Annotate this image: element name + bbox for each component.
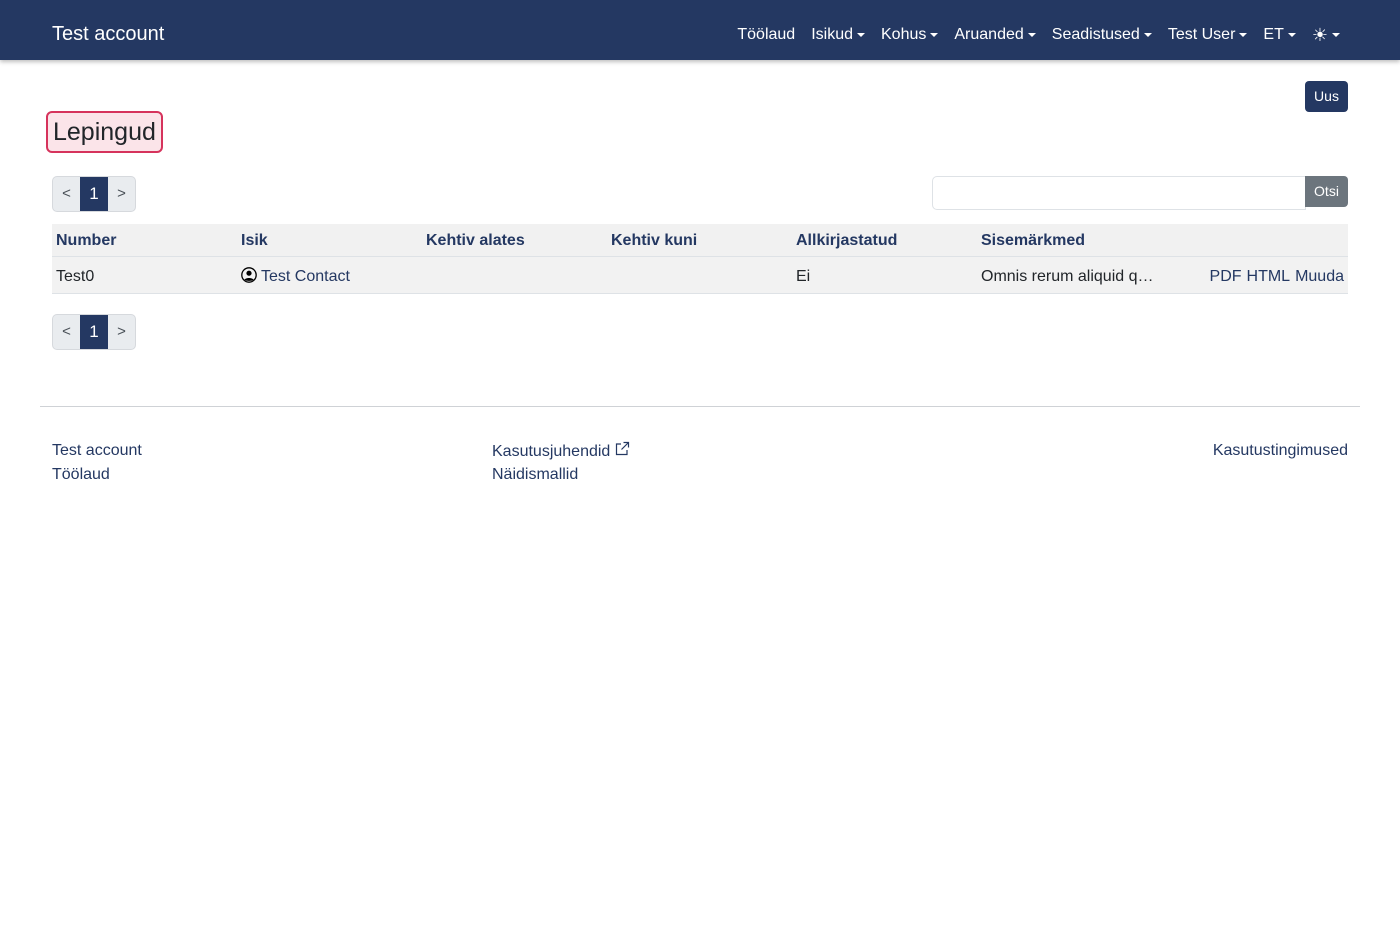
pagination-bottom: < 1 >	[52, 314, 136, 350]
caret-down-icon	[857, 33, 865, 37]
footer-terms-link[interactable]: Kasutustingimused	[1213, 441, 1348, 461]
footer-brand-link[interactable]: Test account	[52, 441, 142, 461]
html-link[interactable]: HTML	[1247, 267, 1291, 287]
column-header-valid-to[interactable]: Kehtiv kuni	[611, 231, 697, 251]
nav-item-toolaud[interactable]: Töölaud	[737, 25, 795, 45]
search-input[interactable]	[932, 176, 1306, 210]
footer-manuals-link[interactable]: Kasutusjuhendid	[492, 441, 630, 462]
table-row: Test0 Test Contact Ei Omnis rerum aliqui…	[52, 257, 1348, 294]
caret-down-icon	[930, 33, 939, 37]
caret-down-icon	[1027, 33, 1036, 37]
column-header-number[interactable]: Number	[56, 231, 116, 251]
nav-item-seadistused[interactable]: Seadistused	[1052, 25, 1152, 45]
new-contract-button[interactable]: Uus	[1305, 81, 1348, 112]
caret-down-icon	[1287, 33, 1296, 37]
person-circle-icon	[241, 267, 257, 283]
column-header-person[interactable]: Isik	[241, 231, 268, 251]
caret-down-icon	[1332, 33, 1340, 37]
nav-item-label: ET	[1263, 26, 1284, 43]
cell-notes: Omnis rerum aliquid q…	[981, 268, 1154, 285]
nav-item-label: Töölaud	[737, 26, 796, 43]
pagination-next-button[interactable]: >	[108, 177, 135, 211]
nav-item-label: Seadistused	[1051, 26, 1140, 43]
contracts-table: Number Isik Kehtiv alates Kehtiv kuni Al…	[52, 224, 1348, 294]
pdf-link[interactable]: PDF	[1210, 267, 1242, 287]
external-link-icon	[616, 441, 630, 456]
row-actions: PDF HTML Muuda	[1210, 267, 1344, 287]
page-title: Lepingud	[46, 111, 163, 153]
footer-dashboard-link[interactable]: Töölaud	[52, 465, 110, 485]
column-header-notes[interactable]: Sisemärkmed	[981, 231, 1085, 251]
pagination-next-button[interactable]: >	[108, 315, 135, 349]
nav-item-label: Test User	[1167, 26, 1236, 43]
search-button[interactable]: Otsi	[1305, 176, 1348, 207]
nav-item-language[interactable]: ET	[1263, 25, 1296, 45]
nav-menu: Töölaud Isikud Kohus Aruanded Seadistuse…	[737, 25, 1340, 45]
footer-divider	[40, 406, 1360, 407]
pagination-page-button[interactable]: 1	[80, 315, 108, 349]
column-header-valid-from[interactable]: Kehtiv alates	[426, 231, 525, 251]
footer-manuals-label: Kasutusjuhendid	[492, 443, 611, 460]
edit-link[interactable]: Muuda	[1295, 267, 1344, 287]
sun-icon: ☀	[1311, 25, 1328, 45]
table-header: Number Isik Kehtiv alates Kehtiv kuni Al…	[52, 224, 1348, 257]
nav-item-label: Isikud	[811, 26, 853, 43]
theme-toggle[interactable]: ☀	[1312, 26, 1340, 44]
nav-item-isikud[interactable]: Isikud	[811, 25, 865, 45]
cell-person: Test Contact	[241, 267, 350, 287]
top-navbar: Test account Töölaud Isikud Kohus Aruand…	[0, 0, 1400, 60]
nav-item-label: Aruanded	[954, 26, 1024, 43]
nav-item-user-menu[interactable]: Test User	[1168, 25, 1248, 45]
cell-number: Test0	[56, 268, 95, 285]
pagination-top: < 1 >	[52, 176, 136, 212]
footer-templates-link[interactable]: Näidismallid	[492, 465, 578, 485]
nav-item-aruanded[interactable]: Aruanded	[954, 25, 1036, 45]
pagination-prev-button[interactable]: <	[53, 177, 80, 211]
nav-item-kohus[interactable]: Kohus	[881, 25, 939, 45]
cell-signed: Ei	[796, 268, 811, 285]
pagination-page-button[interactable]: 1	[80, 177, 108, 211]
person-link[interactable]: Test Contact	[261, 268, 350, 285]
caret-down-icon	[1143, 33, 1152, 37]
caret-down-icon	[1239, 33, 1248, 37]
nav-item-label: Kohus	[881, 26, 927, 43]
brand-link[interactable]: Test account	[52, 22, 164, 46]
pagination-prev-button[interactable]: <	[53, 315, 80, 349]
column-header-signed[interactable]: Allkirjastatud	[796, 231, 897, 251]
